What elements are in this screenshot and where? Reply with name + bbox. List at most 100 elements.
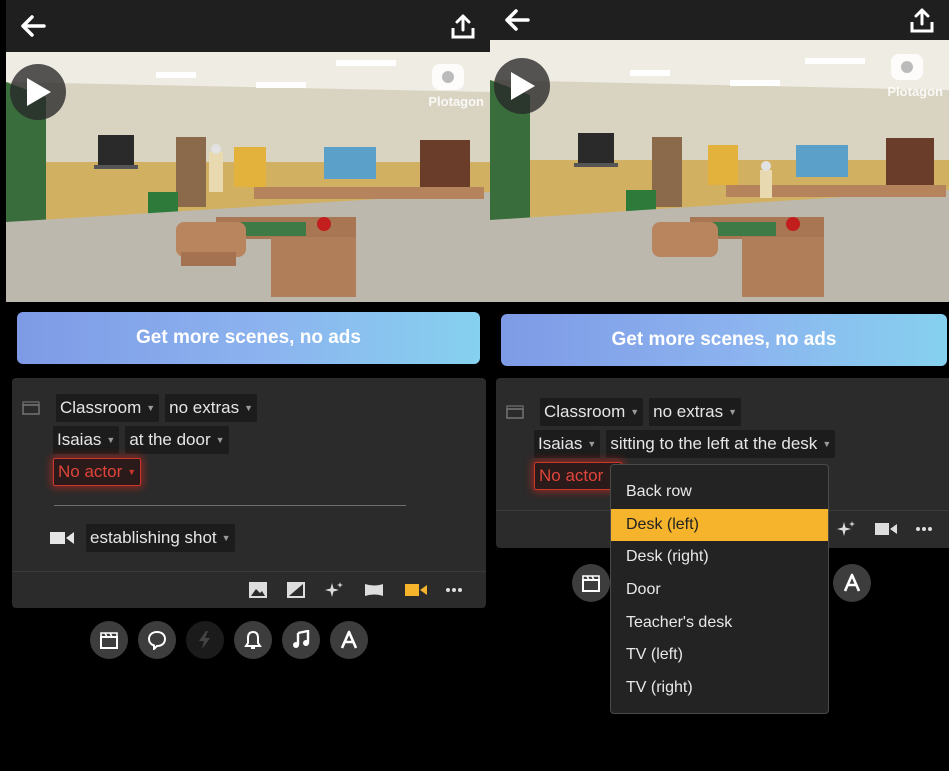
chevron-down-icon: ▼ <box>587 439 597 449</box>
share-icon[interactable] <box>909 6 935 34</box>
camera-icon[interactable] <box>404 581 428 599</box>
actor2-row: No actor▼ <box>534 462 623 490</box>
actor2-row: No actor ▼ <box>53 458 142 486</box>
actor2-select[interactable]: No actor ▼ <box>53 458 142 486</box>
chevron-down-icon: ▼ <box>728 407 738 417</box>
image-icon[interactable] <box>248 581 268 599</box>
actor1-row: Isaias ▼ sitting to the left at the desk ▼ <box>534 430 836 458</box>
scene-preview[interactable]: Plotagon <box>6 52 490 302</box>
speech-bubble-icon <box>147 630 167 650</box>
position-dropdown: Back row Desk (left) Desk (right) Door T… <box>610 464 829 714</box>
extras-value: no extras <box>169 398 240 417</box>
location-value: Classroom <box>60 398 142 417</box>
clapperboard-icon <box>22 401 40 415</box>
sound-effect-button[interactable] <box>234 621 272 659</box>
actor1-position-select[interactable]: at the door ▼ <box>125 426 229 454</box>
actor1-select[interactable]: Isaias ▼ <box>53 426 120 454</box>
shot-select[interactable]: establishing shot ▼ <box>86 524 235 552</box>
chevron-down-icon: ▼ <box>127 467 137 477</box>
chevron-down-icon: ▼ <box>244 403 254 413</box>
text-button[interactable] <box>330 621 368 659</box>
chevron-down-icon: ▼ <box>146 403 156 413</box>
get-more-scenes-button[interactable]: Get more scenes, no ads <box>17 312 480 364</box>
panorama-icon[interactable] <box>364 581 384 599</box>
dropdown-option[interactable]: Desk (right) <box>611 541 828 574</box>
camera-icon <box>50 532 74 544</box>
back-arrow-icon[interactable] <box>20 14 46 38</box>
top-bar <box>6 0 490 52</box>
divider <box>54 505 406 506</box>
music-icon <box>293 630 310 648</box>
chevron-down-icon: ▼ <box>221 533 231 543</box>
text-icon <box>340 630 358 649</box>
chevron-down-icon: ▼ <box>822 439 832 449</box>
bottom-toolbar <box>572 564 610 602</box>
location-row: Classroom ▼ no extras ▼ <box>22 394 258 422</box>
dropdown-option[interactable]: Door <box>611 574 828 607</box>
actor1-position: sitting to the left at the desk <box>610 434 818 453</box>
dropdown-option[interactable]: TV (left) <box>611 639 828 672</box>
dropdown-option[interactable]: Back row <box>611 476 828 509</box>
right-screen: Plotagon Get more scenes, no ads Classro… <box>490 0 949 771</box>
sparkle-icon[interactable] <box>836 520 856 538</box>
lightning-icon <box>199 631 210 649</box>
sparkle-icon[interactable] <box>324 581 344 599</box>
watermark-text: Plotagon <box>887 84 943 99</box>
contrast-icon[interactable] <box>286 581 306 599</box>
location-select[interactable]: Classroom ▼ <box>56 394 160 422</box>
action-button[interactable] <box>186 621 224 659</box>
dropdown-option[interactable]: Teacher's desk <box>611 607 828 640</box>
chevron-down-icon: ▼ <box>215 435 225 445</box>
shot-value: establishing shot <box>90 528 217 547</box>
scene-editor: Classroom ▼ no extras ▼ Isaias ▼ at the doo… <box>12 378 486 608</box>
bottom-toolbar-right <box>833 564 871 602</box>
music-button[interactable] <box>282 621 320 659</box>
plotagon-logo-icon <box>432 64 465 90</box>
location-select[interactable]: Classroom ▼ <box>540 398 644 426</box>
actor1-position-select[interactable]: sitting to the left at the desk ▼ <box>606 430 836 458</box>
left-screen: Plotagon Get more scenes, no ads Classro… <box>6 0 490 771</box>
extras-select[interactable]: no extras ▼ <box>649 398 742 426</box>
actor2-value: No actor <box>539 466 604 485</box>
actor2-value: No actor <box>58 462 123 481</box>
more-icon[interactable] <box>444 581 464 599</box>
actor1-position: at the door <box>129 430 211 449</box>
chevron-down-icon: ▼ <box>106 435 116 445</box>
actor1-name: Isaias <box>538 434 583 453</box>
clapperboard-button[interactable] <box>572 564 610 602</box>
watermark-text: Plotagon <box>428 94 484 109</box>
play-button[interactable] <box>10 64 66 120</box>
more-icon[interactable] <box>914 520 934 538</box>
actor2-select[interactable]: No actor▼ <box>534 462 623 490</box>
text-icon <box>843 573 861 592</box>
play-button[interactable] <box>494 58 550 114</box>
clapperboard-button[interactable] <box>90 621 128 659</box>
actor1-select[interactable]: Isaias ▼ <box>534 430 601 458</box>
speech-button[interactable] <box>138 621 176 659</box>
actor1-name: Isaias <box>57 430 102 449</box>
plotagon-watermark: Plotagon <box>428 62 484 109</box>
get-more-scenes-button[interactable]: Get more scenes, no ads <box>501 314 947 366</box>
scene-preview[interactable]: Plotagon <box>490 40 949 302</box>
share-icon[interactable] <box>450 12 476 40</box>
play-icon <box>511 72 535 100</box>
bell-icon <box>244 630 262 649</box>
clapperboard-icon <box>100 632 118 649</box>
extras-select[interactable]: no extras ▼ <box>165 394 258 422</box>
clapperboard-icon <box>506 405 524 419</box>
bottom-toolbar <box>90 621 368 659</box>
extras-value: no extras <box>653 402 724 421</box>
text-button[interactable] <box>833 564 871 602</box>
dropdown-option-selected[interactable]: Desk (left) <box>611 508 828 542</box>
location-value: Classroom <box>544 402 626 421</box>
top-bar <box>490 0 949 40</box>
dropdown-option[interactable]: TV (right) <box>611 672 828 705</box>
camera-icon[interactable] <box>874 520 898 538</box>
play-icon <box>27 78 51 106</box>
location-row: Classroom ▼ no extras ▼ <box>506 398 742 426</box>
back-arrow-icon[interactable] <box>504 8 530 32</box>
actor1-row: Isaias ▼ at the door ▼ <box>53 426 229 454</box>
shot-row: establishing shot ▼ <box>50 524 235 552</box>
plotagon-logo-icon <box>891 54 924 80</box>
clapperboard-icon <box>582 575 600 592</box>
